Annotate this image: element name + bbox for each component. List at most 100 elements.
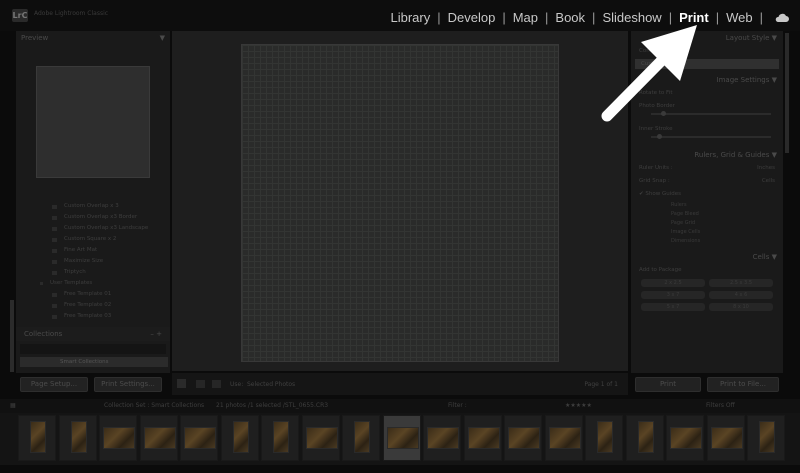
border-width-slider[interactable] [651, 111, 771, 116]
filmstrip-thumbnail[interactable] [18, 415, 56, 461]
module-book[interactable]: Book [555, 10, 585, 25]
filmstrip-thumbnail[interactable] [58, 415, 97, 461]
print-settings-button[interactable]: Print Settings... [94, 377, 162, 392]
smart-collections-item[interactable]: Smart Collections [20, 357, 168, 367]
filmstrip-thumbnail[interactable] [747, 415, 785, 461]
filmstrip-thumbnail[interactable] [706, 415, 745, 461]
module-web[interactable]: Web [726, 10, 753, 25]
thumbnail-image [548, 427, 581, 449]
guide-dimensions[interactable]: Dimensions [671, 237, 783, 246]
left-scrollbar[interactable] [10, 300, 14, 372]
page-indicator: Page 1 of 1 [584, 381, 618, 388]
template-item[interactable]: Custom Square x 2 [34, 234, 168, 245]
template-item[interactable]: Fine Art Mat [34, 245, 168, 256]
use-selector[interactable]: Selected Photos [247, 381, 295, 388]
module-separator: | [759, 10, 763, 25]
preview-panel-header[interactable]: Preview ▼ [16, 31, 170, 45]
template-item[interactable]: Maximize Size [34, 256, 168, 267]
filmstrip-thumbnail[interactable] [504, 415, 542, 461]
previous-page-icon[interactable] [196, 380, 205, 388]
filmstrip-thumbnail[interactable] [666, 415, 704, 461]
page-setup-button[interactable]: Page Setup... [20, 377, 88, 392]
custom-package-option[interactable]: Custom Package [635, 59, 779, 69]
cell-size-button[interactable]: 2 x 2.5 [641, 279, 705, 287]
template-item[interactable]: Free Template 01 [34, 289, 168, 300]
template-folder[interactable]: User Templates [34, 278, 168, 289]
stop-icon[interactable] [177, 379, 186, 388]
thumbnail-image [273, 421, 289, 453]
filmstrip-thumbnail[interactable] [180, 415, 218, 461]
filmstrip-thumbnail[interactable] [342, 415, 380, 461]
guide-rulers[interactable]: Rulers [671, 201, 783, 210]
print-page-preview[interactable] [241, 44, 559, 362]
grid-snap-row[interactable]: Grid Snap : Cells [631, 175, 783, 188]
collections-panel-header[interactable]: Collections – + [16, 327, 170, 341]
print-button[interactable]: Print [635, 377, 701, 392]
collapse-icon[interactable]: ▼ [160, 34, 165, 42]
next-page-icon[interactable] [212, 380, 221, 388]
app-title: Adobe Lightroom Classic [34, 10, 109, 17]
top-bar: LrC Adobe Lightroom Classic Library | De… [0, 0, 800, 31]
filmstrip-thumbnail[interactable] [544, 415, 583, 461]
rating-stars[interactable]: ★★★★★ [565, 402, 592, 409]
filmstrip-thumbnail[interactable] [463, 415, 502, 461]
cell-size-button[interactable]: 8 x 10 [709, 303, 773, 311]
guide-page-bleed[interactable]: Page Bleed [671, 210, 783, 219]
cell-size-button[interactable]: 2.5 x 3.5 [709, 279, 773, 287]
thumbnail-image [710, 427, 743, 449]
filmstrip-thumbnail[interactable] [220, 415, 259, 461]
right-panel: Layout Style ▼ Contact Sheet Custom Pack… [631, 31, 783, 373]
filter-dropdown[interactable]: Filters Off [706, 402, 735, 409]
filmstrip-thumbnail[interactable] [423, 415, 461, 461]
right-scrollbar[interactable] [785, 33, 789, 153]
thumbnail-image [103, 427, 135, 449]
module-print[interactable]: Print [679, 10, 709, 25]
module-library[interactable]: Library [390, 10, 430, 25]
guide-image-cells[interactable]: Image Cells [671, 228, 783, 237]
filmstrip-thumbnail[interactable] [301, 415, 340, 461]
photo-border-checkbox[interactable]: Photo Border [631, 100, 783, 113]
rotate-to-fit-checkbox[interactable]: Rotate to Fit [631, 87, 783, 100]
stroke-width-slider[interactable] [651, 134, 771, 139]
module-separator: | [668, 10, 673, 25]
template-item[interactable]: Free Template 02 [34, 300, 168, 311]
filmstrip-thumbnail[interactable] [261, 415, 299, 461]
filmstrip-source[interactable]: Collection Set : Smart Collections [104, 402, 204, 409]
filmstrip-thumbnail[interactable] [585, 415, 623, 461]
module-map[interactable]: Map [513, 10, 538, 25]
filmstrip-thumbnail[interactable] [139, 415, 178, 461]
rulers-header[interactable]: Rulers, Grid & Guides ▼ [631, 148, 783, 162]
cloud-icon[interactable] [774, 13, 790, 23]
cell-size-button[interactable]: 3 x 7 [641, 291, 705, 299]
template-item[interactable]: Triptych [34, 267, 168, 278]
guide-page-grid[interactable]: Page Grid [671, 219, 783, 228]
template-item[interactable]: Free Template 03 [34, 311, 168, 322]
module-slideshow[interactable]: Slideshow [602, 10, 661, 25]
collections-add-remove[interactable]: – + [150, 330, 162, 338]
filmstrip-thumbnail[interactable] [382, 415, 421, 461]
grid-view-icon[interactable]: ▦ [10, 402, 16, 409]
image-settings-header[interactable]: Image Settings ▼ [631, 73, 783, 87]
thumbnail-image [143, 427, 176, 449]
collections-filter-input[interactable] [20, 344, 166, 354]
filmstrip-count: 21 photos /1 selected /STL_0655.CR3 [216, 402, 329, 409]
filmstrip-thumbnail[interactable] [625, 415, 664, 461]
show-guides-checkbox[interactable]: ✔ Show Guides [631, 188, 783, 201]
layout-style-header[interactable]: Layout Style ▼ [631, 31, 783, 45]
cell-size-button[interactable]: 5 x 7 [641, 303, 705, 311]
add-to-package-label: Add to Package [639, 267, 682, 273]
contact-sheet-option[interactable]: Contact Sheet [631, 45, 783, 58]
thumbnail-image [759, 421, 775, 453]
ruler-units-row[interactable]: Ruler Units : Inches [631, 162, 783, 175]
cell-size-button[interactable]: 4 x 6 [709, 291, 773, 299]
inner-stroke-checkbox[interactable]: Inner Stroke [631, 123, 783, 136]
template-item[interactable]: Custom Overlap x 3 [34, 201, 168, 212]
print-to-file-button[interactable]: Print to File... [707, 377, 779, 392]
module-develop[interactable]: Develop [448, 10, 496, 25]
module-picker: Library | Develop | Map | Book | Slidesh… [390, 10, 790, 25]
filmstrip-thumbnail[interactable] [99, 415, 137, 461]
cells-header[interactable]: Cells ▼ [631, 250, 783, 264]
template-item[interactable]: Custom Overlap x3 Landscape [34, 223, 168, 234]
template-item[interactable]: Custom Overlap x3 Border [34, 212, 168, 223]
cell-size-row: 3 x 7 4 x 6 [631, 289, 783, 301]
